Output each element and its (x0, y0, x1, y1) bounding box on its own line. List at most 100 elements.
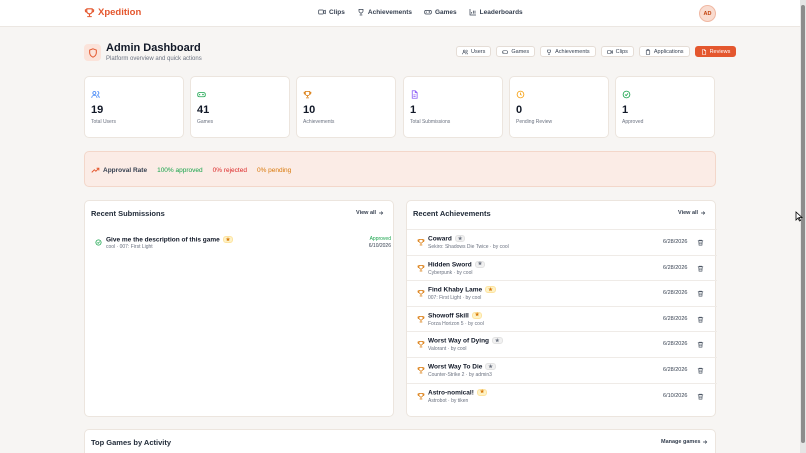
achievement-date: 6/28/2026 (663, 264, 688, 271)
stat-card-submissions: 1 Total Submissions (403, 76, 503, 138)
applications-action-button[interactable]: Applications (638, 46, 690, 57)
achievements-action-button[interactable]: Achievements (540, 46, 596, 57)
achievement-title: Coward ★ (428, 235, 466, 243)
nav-leaderboards[interactable]: Leaderboards (469, 8, 523, 16)
recent-achievements-panel: Recent Achievements View all Coward ★ Seki… (406, 200, 717, 417)
shield-icon (84, 44, 101, 61)
top-navbar: Xpedition Clips Achievements Games Leade… (0, 0, 800, 27)
nav-achievements[interactable]: Achievements (357, 8, 412, 16)
rejected-rate: 0% rejected (212, 167, 247, 174)
list-item[interactable]: Worst Way To Die ★ Counter-Strike 2 · by a… (407, 357, 717, 383)
trophy-icon (417, 340, 425, 348)
stat-value: 10 (303, 104, 316, 116)
stat-card-approved: 1 Approved (615, 76, 715, 138)
list-item[interactable]: Worst Way of Dying ★ Valorant · by cool 6/2… (407, 331, 717, 357)
trophy-icon (546, 49, 552, 55)
stat-value: 1 (410, 104, 417, 116)
stat-label: Approved (622, 119, 644, 125)
page-scrollbar[interactable] (800, 0, 806, 453)
main-nav: Clips Achievements Games Leaderboards (318, 8, 523, 16)
panel-title: Recent Submissions (91, 209, 165, 218)
scrollbar-thumb[interactable] (801, 5, 805, 443)
submission-meta: cool · 007: First Light (106, 244, 153, 250)
list-item[interactable]: Find Khaby Lame ★ 007: First Light · by co… (407, 280, 717, 306)
status-badge: Approved (369, 236, 391, 242)
view-all-achievements-link[interactable]: View all (678, 210, 706, 216)
stat-label: Games (197, 119, 214, 125)
submission-title-text: Give me the description of this game (106, 236, 220, 244)
clock-icon (516, 90, 525, 99)
star-icon: ★ (492, 337, 503, 345)
achievement-date: 6/28/2026 (663, 315, 688, 322)
trending-up-icon (91, 166, 100, 175)
achievement-title-text: Worst Way To Die (428, 363, 483, 371)
mouse-cursor-icon (795, 211, 803, 222)
trophy-icon (84, 7, 95, 18)
action-label: Achievements (555, 48, 590, 55)
star-icon: ★ (485, 286, 496, 294)
list-item[interactable]: Astro-nomical! ★ Astrobot · by tiken 6/10/2… (407, 382, 717, 409)
bar-chart-icon (469, 8, 477, 16)
trophy-icon (417, 238, 425, 246)
trophy-icon (303, 90, 312, 99)
user-avatar[interactable]: AD (699, 5, 716, 22)
reviews-action-button[interactable]: Reviews (694, 46, 737, 57)
approval-rate-label: Approval Rate (103, 167, 148, 174)
brand-logo[interactable]: Xpedition (84, 7, 141, 18)
view-all-submissions-link[interactable]: View all (356, 210, 384, 216)
trash-icon[interactable] (697, 341, 704, 348)
list-item[interactable]: Hidden Sword ★ Cyberpunk · by cool 6/28/202… (407, 254, 717, 281)
stat-label: Total Submissions (410, 119, 451, 125)
achievement-date: 6/28/2026 (663, 239, 688, 245)
achievement-title: Showoff Skill ★ (428, 311, 483, 320)
list-item[interactable]: Give me the description of this game ★ co… (91, 230, 391, 254)
trash-icon[interactable] (697, 290, 704, 297)
manage-games-link[interactable]: Manage games (661, 439, 708, 445)
gamepad-icon (502, 49, 509, 55)
star-icon: ★ (471, 311, 483, 319)
stat-value: 19 (91, 104, 104, 116)
trash-icon[interactable] (697, 393, 704, 400)
trophy-icon (417, 264, 425, 272)
stat-card-users: 19 Total Users (84, 76, 184, 138)
trash-icon[interactable] (697, 239, 704, 246)
trash-icon[interactable] (697, 265, 704, 272)
nav-clips[interactable]: Clips (318, 8, 345, 16)
approval-rate-banner: Approval Rate 100% approved 0% rejected … (84, 151, 716, 187)
trash-icon[interactable] (697, 316, 704, 323)
nav-games[interactable]: Games (424, 8, 457, 16)
games-action-button[interactable]: Games (496, 46, 536, 57)
users-action-button[interactable]: Users (456, 46, 492, 57)
top-games-panel: Top Games by Activity Manage games (84, 429, 716, 453)
achievement-title-text: Coward (428, 235, 452, 243)
achievement-meta: Sekiro: Shadows Die Twice · by cool (428, 244, 509, 250)
achievement-meta: Valorant · by cool (428, 346, 467, 353)
arrow-right-icon (378, 210, 384, 216)
clips-action-button[interactable]: Clips (600, 46, 634, 57)
achievement-date: 6/10/2026 (663, 392, 688, 399)
list-item[interactable]: Coward ★ Sekiro: Shadows Die Twice · by co… (407, 229, 717, 255)
trash-icon[interactable] (697, 367, 704, 374)
list-item[interactable]: Showoff Skill ★ Forza Horizon 5 · by cool 6… (407, 305, 717, 332)
quick-actions: Users Games Achievements Clips Applicati… (456, 46, 737, 57)
achievement-title: Astro-nomical! ★ (428, 388, 488, 396)
nav-label: Clips (329, 8, 345, 16)
action-label: Applications (653, 48, 684, 55)
achievement-title-text: Showoff Skill (428, 312, 469, 320)
star-icon: ★ (485, 363, 496, 370)
panel-title: Top Games by Activity (91, 438, 172, 447)
page-title: Admin Dashboard (106, 42, 201, 54)
achievement-meta: Astrobot · by tiken (428, 397, 469, 404)
video-icon (318, 8, 326, 16)
achievement-title-text: Worst Way of Dying (428, 337, 490, 345)
stat-label: Achievements (303, 119, 335, 125)
arrow-right-icon (702, 439, 708, 445)
achievement-title: Find Khaby Lame ★ (428, 286, 496, 294)
stat-card-achievements: 10 Achievements (296, 76, 396, 138)
trophy-icon (417, 366, 425, 374)
achievement-meta: Counter-Strike 2 · by admin3 (428, 372, 492, 378)
trophy-icon (417, 289, 425, 297)
stat-label: Total Users (91, 119, 117, 125)
approved-rate: 100% approved (157, 167, 203, 174)
achievement-meta: Cyberpunk · by cool (428, 269, 473, 276)
